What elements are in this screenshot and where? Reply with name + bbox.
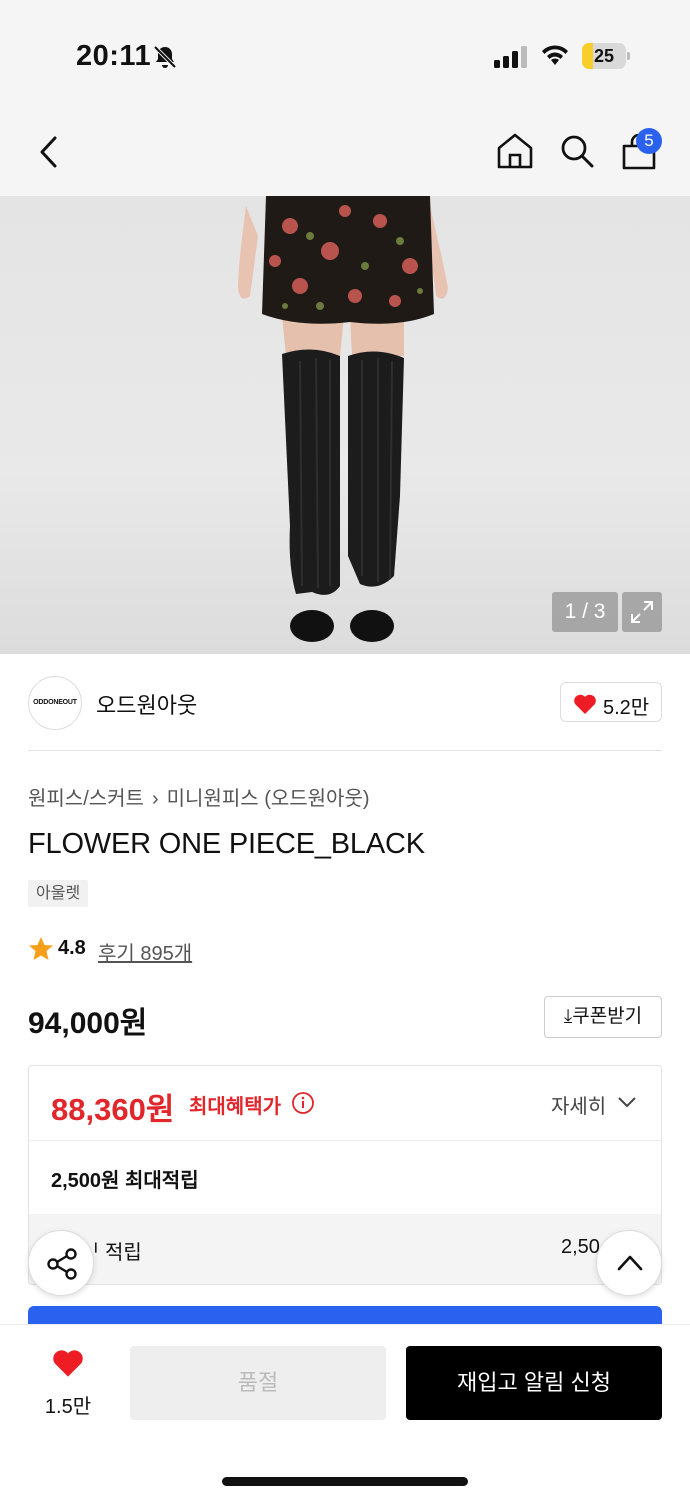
chevron-up-icon <box>617 1255 643 1271</box>
home-indicator <box>222 1477 468 1486</box>
top-nav-bar <box>0 110 690 196</box>
blue-banner-edge <box>28 1306 662 1326</box>
expand-icon <box>631 601 653 623</box>
product-image[interactable] <box>0 196 690 654</box>
status-bar: 20:11 25 <box>0 0 690 110</box>
max-points: 2,500원 최대적립 <box>51 1170 199 1192</box>
rating-value: 4.8 <box>58 937 86 959</box>
point-row: ᅵ 적립 2,50 <box>29 1214 661 1284</box>
coupon-label: 쿠폰받기 <box>572 1006 643 1027</box>
cellular-signal-icon <box>494 46 527 68</box>
best-price-label: 최대혜택가 <box>189 1096 281 1118</box>
point-value: 2,50 <box>561 1236 600 1258</box>
image-counter: 1 / 3 <box>552 592 618 632</box>
brand-like-button[interactable]: 5.2만 <box>560 682 662 722</box>
brand-like-count: 5.2만 <box>603 697 650 719</box>
chevron-down-icon[interactable] <box>617 1096 637 1108</box>
benefit-box: 88,360원 최대혜택가 자세히 2,500원 최대적립 ᅵ 적립 2,50 <box>28 1065 662 1285</box>
battery-indicator: 25 <box>582 43 630 69</box>
brand-logo[interactable]: ODDONEOUT <box>28 676 82 730</box>
divider <box>28 750 662 751</box>
star-icon <box>29 937 53 960</box>
wish-count: 1.5만 <box>44 1396 92 1418</box>
download-icon: ⤓ <box>563 1006 573 1027</box>
product-photo-illustration <box>238 196 448 642</box>
chevron-right-icon: › <box>151 788 159 810</box>
product-price: 94,000원 <box>28 1007 148 1040</box>
info-icon[interactable] <box>291 1091 315 1115</box>
breadcrumb-category[interactable]: 원피스/스커트 <box>28 788 144 810</box>
best-price: 88,360원 <box>51 1092 175 1127</box>
home-icon[interactable] <box>496 132 534 170</box>
product-title: FLOWER ONE PIECE_BLACK <box>28 828 425 860</box>
share-icon <box>47 1248 77 1280</box>
breadcrumb-subcategory[interactable]: 미니원피스 (오드원아웃) <box>167 788 370 810</box>
soldout-button[interactable]: 품절 <box>130 1346 386 1420</box>
coupon-button[interactable]: ⤓쿠폰받기 <box>544 996 662 1038</box>
back-icon[interactable] <box>38 136 60 168</box>
outlet-tag: 아울렛 <box>28 880 89 907</box>
share-button[interactable] <box>28 1230 94 1296</box>
wish-button[interactable]: 1.5만 <box>40 1348 96 1418</box>
heart-icon <box>574 694 596 714</box>
scroll-top-button[interactable] <box>596 1230 662 1296</box>
restock-alert-button[interactable]: 재입고 알림 신청 <box>406 1346 662 1420</box>
divider <box>29 1140 661 1141</box>
search-icon[interactable] <box>558 132 596 170</box>
battery-percent: 25 <box>593 46 615 66</box>
bell-muted-icon <box>153 45 177 69</box>
wifi-icon <box>542 45 568 65</box>
expand-image-button[interactable] <box>622 592 662 632</box>
breadcrumb: 원피스/스커트 › 미니원피스 (오드원아웃) <box>28 782 370 811</box>
status-time: 20:11 <box>76 40 152 72</box>
cart-count-badge: 5 <box>636 128 662 154</box>
brand-name[interactable]: 오드원아웃 <box>96 688 197 720</box>
review-link[interactable]: 후기 895개 <box>98 937 192 966</box>
detail-toggle[interactable]: 자세히 <box>551 1090 606 1119</box>
heart-icon <box>53 1350 83 1377</box>
